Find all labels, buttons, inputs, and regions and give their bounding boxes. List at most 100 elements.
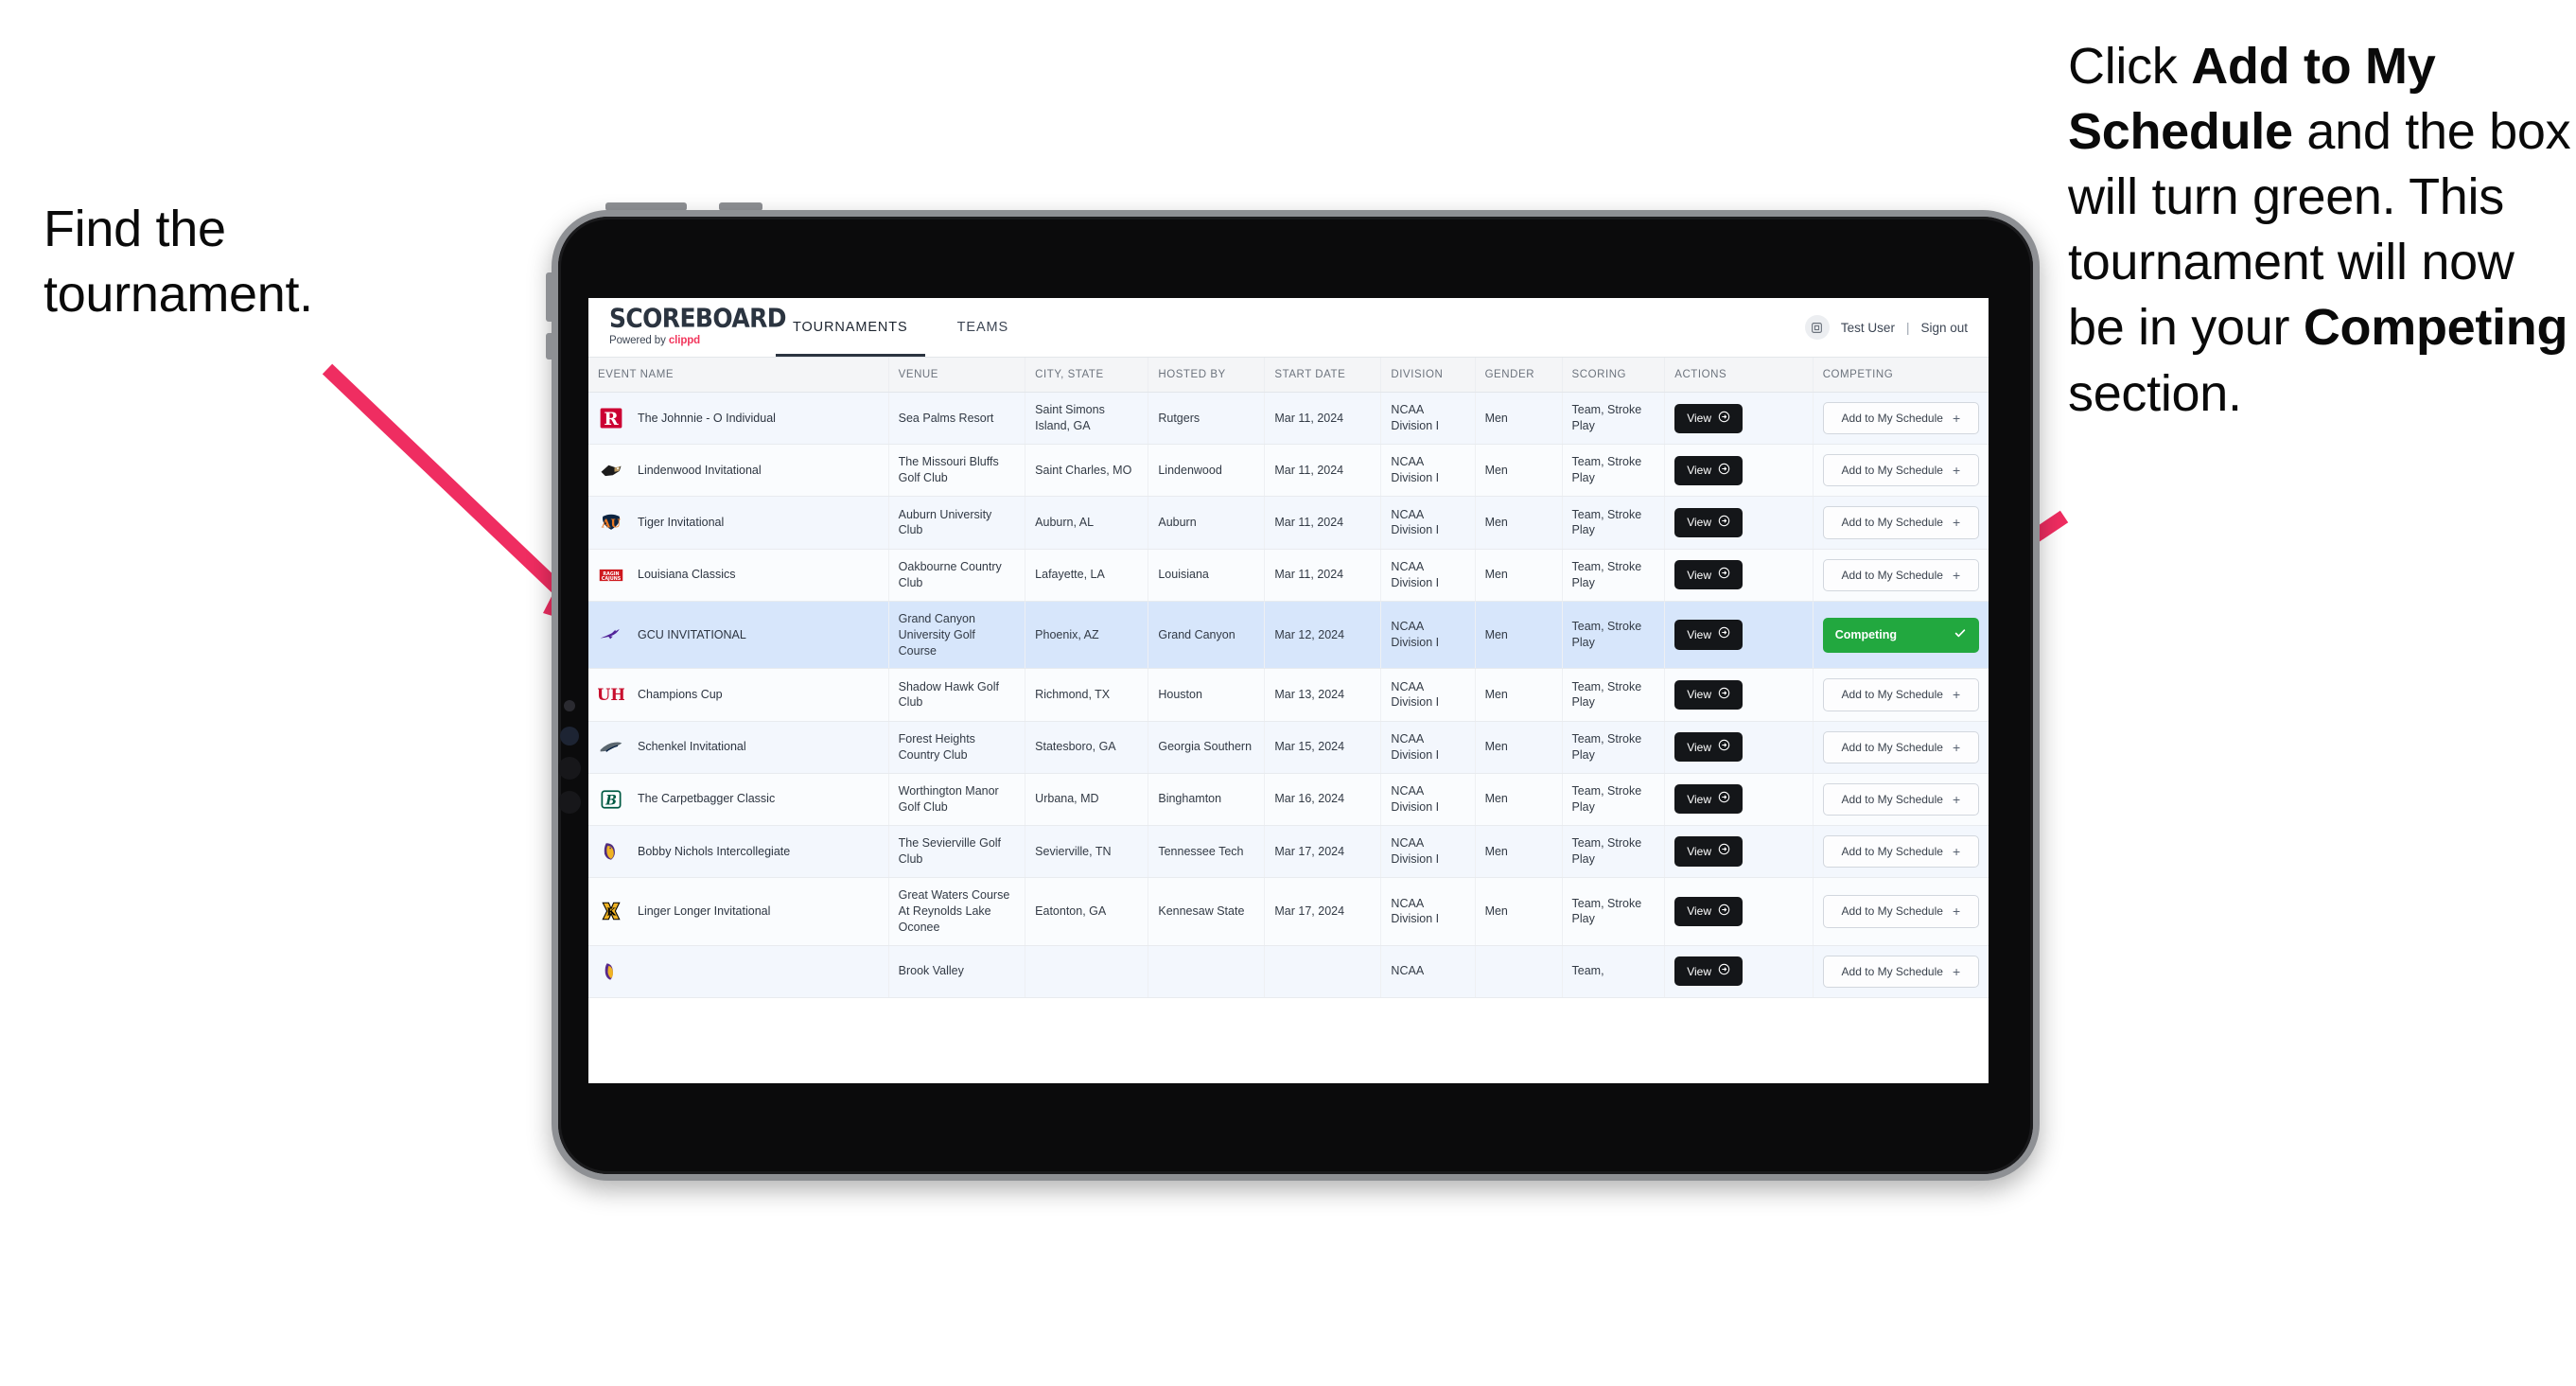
cell-actions: View (1664, 444, 1814, 498)
cell-gender: Men (1475, 444, 1563, 498)
annotation-right-part-3: Competing (2303, 299, 2568, 357)
view-button[interactable]: View (1674, 403, 1744, 433)
table-row[interactable]: Tiger Invitational Auburn University Club… (588, 496, 1989, 550)
cell-scoring: Team, Stroke Play (1562, 549, 1666, 602)
view-button[interactable]: View (1674, 620, 1744, 650)
column-header-actions: ACTIONS (1664, 358, 1814, 393)
table-row[interactable]: Lindenwood Invitational The Missouri Bluf… (588, 444, 1989, 498)
user-badge-icon[interactable] (1804, 315, 1830, 340)
add-to-my-schedule-button[interactable]: Add to My Schedule + (1822, 782, 1979, 816)
tab-teams-label: TEAMS (956, 320, 1009, 335)
table-body: The Johnnie - O Individual Sea Palms Reso… (588, 392, 1989, 998)
cell-division: NCAA Division I (1380, 825, 1476, 879)
cell-venue: Oakbourne Country Club (888, 549, 1026, 602)
add-to-my-schedule-button[interactable]: Add to My Schedule + (1822, 730, 1979, 763)
cell-event-name: The Johnnie - O Individual (588, 392, 889, 446)
cell-division: NCAA Division I (1380, 773, 1476, 826)
sign-out-link[interactable]: Sign out (1920, 321, 1968, 335)
add-to-my-schedule-button[interactable]: Add to My Schedule + (1822, 895, 1979, 928)
cell-hosted-by: Lindenwood (1148, 444, 1266, 498)
add-to-my-schedule-button[interactable]: Add to My Schedule + (1822, 834, 1979, 868)
add-to-my-schedule-label: Add to My Schedule (1841, 792, 1943, 806)
table-row[interactable]: GCU INVITATIONAL Grand Canyon University … (588, 601, 1989, 670)
add-to-my-schedule-label: Add to My Schedule (1841, 964, 1943, 978)
cell-event-name: GCU INVITATIONAL (588, 601, 889, 670)
cell-event-name (588, 945, 889, 998)
team-logo-icon (598, 898, 624, 924)
cell-gender: Men (1475, 496, 1563, 550)
cell-competing: Add to My Schedule + (1813, 773, 1989, 826)
cell-competing: Add to My Schedule + (1813, 945, 1989, 998)
column-header-gender: GENDER (1475, 358, 1563, 393)
tablet-button-volume-up (546, 272, 554, 322)
table-row[interactable]: Brook Valley NCAA Team, View Add to My Sched… (588, 945, 1989, 998)
annotation-right: Click Add to My Schedule and the box wil… (2068, 34, 2576, 427)
tablet-screen: SCOREBOARD Powered by clippd TOURNAMENTS… (588, 298, 1989, 1083)
check-icon (1954, 626, 1967, 644)
view-button-label: View (1687, 792, 1712, 806)
table-row[interactable]: Bobby Nichols Intercollegiate The Sevierv… (588, 825, 1989, 879)
cell-city-state: Saint Charles, MO (1025, 444, 1149, 498)
add-to-my-schedule-button[interactable]: Add to My Schedule + (1822, 678, 1979, 711)
arrow-right-circle-icon (1718, 963, 1730, 979)
add-to-my-schedule-button[interactable]: Add to My Schedule + (1822, 506, 1979, 539)
table-row[interactable]: The Johnnie - O Individual Sea Palms Reso… (588, 392, 1989, 446)
cell-actions: View (1664, 877, 1814, 946)
cell-city-state: Eatonton, GA (1025, 877, 1149, 946)
add-to-my-schedule-button[interactable]: Add to My Schedule + (1822, 558, 1979, 591)
cell-scoring: Team, Stroke Play (1562, 392, 1666, 446)
view-button[interactable]: View (1674, 784, 1744, 815)
cell-venue: The Sevierville Golf Club (888, 825, 1026, 879)
annotation-right-part-4: section. (2068, 364, 2242, 422)
cell-gender: Men (1475, 549, 1563, 602)
cell-start-date: Mar 15, 2024 (1264, 721, 1382, 774)
add-to-my-schedule-button[interactable]: Add to My Schedule + (1822, 454, 1979, 487)
tab-teams[interactable]: TEAMS (933, 298, 1033, 357)
event-name-label: Champions Cup (638, 688, 723, 702)
table-row[interactable]: Linger Longer Invitational Great Waters C… (588, 877, 1989, 946)
cell-actions: View (1664, 721, 1814, 774)
cell-scoring: Team, Stroke Play (1562, 721, 1666, 774)
competing-button[interactable]: Competing (1822, 617, 1979, 653)
view-button-label: View (1687, 516, 1712, 530)
arrow-right-circle-icon (1718, 463, 1730, 479)
table-row[interactable]: Louisiana Classics Oakbourne Country Club… (588, 549, 1989, 602)
user-name: Test User (1840, 320, 1895, 335)
add-to-my-schedule-button[interactable]: Add to My Schedule + (1822, 955, 1979, 988)
column-header-city-state: CITY, STATE (1025, 358, 1149, 393)
table-row[interactable]: The Carpetbagger Classic Worthington Mano… (588, 773, 1989, 826)
tab-tournaments-label: TOURNAMENTS (793, 320, 908, 335)
view-button[interactable]: View (1674, 956, 1744, 987)
view-button[interactable]: View (1674, 455, 1744, 485)
view-button-label: View (1687, 904, 1712, 919)
arrow-right-circle-icon (1718, 626, 1730, 642)
user-separator: | (1905, 320, 1910, 335)
view-button[interactable]: View (1674, 560, 1744, 590)
competing-button-label: Competing (1834, 627, 1897, 641)
cell-actions: View (1664, 825, 1814, 879)
table-row[interactable]: Champions Cup Shadow Hawk Golf Club Richmo… (588, 668, 1989, 722)
cell-competing: Add to My Schedule + (1813, 392, 1989, 446)
column-header-division: DIVISION (1380, 358, 1476, 393)
plus-icon: + (1952, 963, 1961, 979)
tab-tournaments[interactable]: TOURNAMENTS (768, 298, 933, 357)
view-button[interactable]: View (1674, 732, 1744, 763)
arrow-right-circle-icon (1718, 739, 1730, 755)
cell-start-date: Mar 16, 2024 (1264, 773, 1382, 826)
cell-hosted-by: Grand Canyon (1148, 601, 1266, 670)
arrow-right-circle-icon (1718, 515, 1730, 531)
table-row[interactable]: Schenkel Invitational Forest Heights Coun… (588, 721, 1989, 774)
cell-hosted-by: Louisiana (1148, 549, 1266, 602)
cell-gender: Men (1475, 668, 1563, 722)
view-button[interactable]: View (1674, 507, 1744, 538)
cell-gender: Men (1475, 825, 1563, 879)
arrow-right-circle-icon (1718, 411, 1730, 427)
view-button[interactable]: View (1674, 896, 1744, 927)
tablet-sensor-icon (564, 700, 575, 711)
view-button[interactable]: View (1674, 679, 1744, 711)
cell-actions: View (1664, 496, 1814, 550)
view-button[interactable]: View (1674, 836, 1744, 867)
cell-scoring: Team, Stroke Play (1562, 877, 1666, 946)
add-to-my-schedule-button[interactable]: Add to My Schedule + (1822, 402, 1979, 435)
event-name-label: Lindenwood Invitational (638, 463, 762, 477)
